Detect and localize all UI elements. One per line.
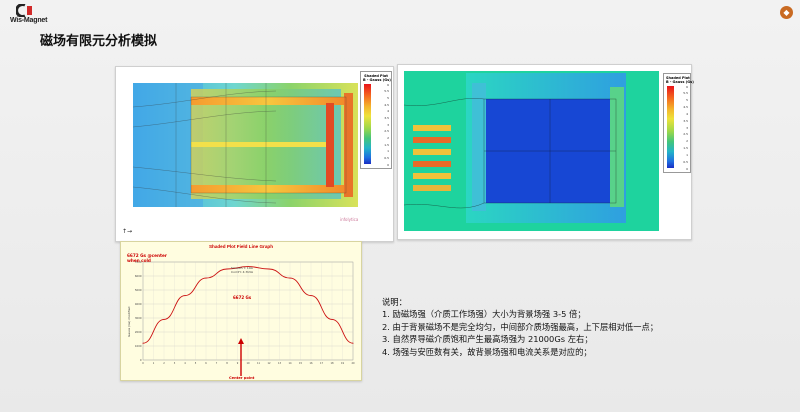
data-point: [163, 318, 165, 320]
x-tick-label: 16: [309, 362, 313, 365]
y-tick-label: 1000: [135, 344, 142, 348]
scale-tick-label: 1.5: [683, 146, 688, 150]
page-title: 磁场有限元分析模拟: [40, 34, 158, 49]
scale-tick-label: 0.5: [384, 155, 389, 160]
data-point: [289, 277, 291, 279]
graph-ylabel: Gauss (Gs) modified: [127, 306, 131, 337]
note-item: 1. 励磁场强（介质工作场强）大小为背景场强 3-5 倍；: [382, 309, 586, 320]
y-tick-label: 3000: [135, 316, 142, 320]
right-field-plot: [403, 71, 659, 231]
scale-tick-label: 3: [686, 125, 688, 130]
notes-block: 说明： 1. 励磁场强（介质工作场强）大小为背景场强 3-5 倍； 2. 由于背…: [382, 296, 712, 358]
x-tick-label: 0: [142, 362, 144, 365]
x-tick-label: 20: [351, 362, 355, 365]
x-tick-label: 14: [288, 362, 292, 365]
scale-tick-label: 1: [387, 149, 389, 154]
scale-tick-label: 2: [387, 135, 389, 140]
note-item: 2. 由于背景磁场不是完全均匀，中间部介质场强最高，上下层相对低一点；: [382, 321, 659, 332]
left-color-scale: [364, 84, 371, 164]
brand-logo: Wis-Magnet: [10, 4, 68, 26]
scale-tick-label: 0: [686, 166, 688, 171]
svg-text:↑→: ↑→: [122, 228, 132, 235]
scale-tick-label: 1.5: [384, 142, 389, 147]
x-tick-label: 13: [278, 362, 282, 365]
scale-tick-label: 1: [686, 152, 688, 157]
note-item: 3. 自然界导磁介质饱和产生最高场强为 21000Gs 左右；: [382, 334, 593, 345]
data-point: [331, 318, 333, 320]
scale-tick-label: 4: [387, 109, 389, 114]
data-point: [205, 277, 207, 279]
right-simulation-image: Shaded Plot B - Gauss (Gs) 6 5.5 5 4.5 4 3.5 3…: [397, 64, 694, 240]
data-point: [352, 342, 354, 344]
x-tick-label: 9: [237, 362, 239, 365]
scale-tick-label: 5.5: [683, 91, 688, 96]
x-tick-label: 12: [267, 362, 271, 365]
notes-heading: 说明：: [382, 297, 407, 307]
x-tick-label: 8: [226, 362, 228, 365]
graph-legend: Smooth Y: 10A Coil IH: 4.7kVA: [231, 266, 254, 274]
scale-tick-label: 2: [686, 139, 688, 144]
x-tick-label: 10: [246, 362, 250, 365]
scale-tick-label: 4: [686, 111, 688, 116]
data-point: [142, 342, 144, 344]
scale-tick-label: 5: [686, 98, 688, 103]
right-legend-title: Shaded Plot B - Gauss (Gs): [666, 76, 694, 84]
x-tick-label: 2: [163, 362, 165, 365]
scale-tick-label: 5: [387, 95, 389, 100]
field-line-graph: Shaded Plot Field Line Graph 7000 6000 500…: [120, 241, 362, 381]
center-arrowhead: [238, 338, 244, 344]
scale-tick-label: 6: [686, 84, 688, 89]
x-tick-label: 4: [184, 362, 186, 365]
x-tick-label: 1: [153, 362, 155, 365]
x-tick-label: 5: [195, 362, 197, 365]
left-legend: Shaded Plot B - Gauss (Gs) 6 5.5 5 4.5 4 3.5 3…: [360, 71, 392, 169]
scale-tick-label: 3: [387, 122, 389, 127]
y-tick-label: 4000: [135, 302, 142, 306]
x-tick-label: 17: [320, 362, 324, 365]
y-tick-label: 2000: [135, 330, 142, 334]
x-tick-label: 3: [174, 362, 176, 365]
data-point: [184, 295, 186, 297]
x-tick-label: 6: [205, 362, 207, 365]
scale-tick-label: 0: [387, 162, 389, 167]
left-legend-title: Shaded Plot B - Gauss (Gs): [363, 74, 391, 82]
left-simulation-image: ↑→ Shaded Plot B - Gauss (Gs) 6 5.5 5 4.5 4 3…: [115, 66, 394, 242]
right-legend: Shaded Plot B - Gauss (Gs) 6 5.5 5 4.5 4 3.5 3…: [663, 73, 694, 173]
brand-name: Wis-Magnet: [10, 17, 48, 24]
x-tick-label: 11: [257, 362, 261, 365]
center-annotation: 6672 Gs @center when cold: [127, 253, 168, 263]
data-point: [226, 268, 228, 270]
left-watermark: infolytica: [340, 217, 359, 222]
scale-tick-label: 6: [387, 82, 389, 87]
scale-tick-label: 5.5: [384, 89, 389, 94]
scale-tick-label: 2.5: [384, 129, 389, 134]
y-tick-label: 5000: [135, 288, 142, 292]
peak-label: 6672 Gs: [233, 295, 252, 300]
x-tick-label: 7: [216, 362, 218, 365]
x-tick-label: 18: [330, 362, 334, 365]
left-field-plot: ↑→: [122, 83, 358, 235]
scale-tick-label: 0.5: [683, 159, 688, 164]
scale-tick-label: 4.5: [384, 102, 389, 107]
right-color-scale: [667, 86, 674, 168]
scale-tick-label: 3.5: [384, 115, 389, 120]
scale-tick-label: 3.5: [683, 118, 688, 123]
corner-diamond-icon[interactable]: ◆: [780, 6, 793, 19]
center-point-label: Center point: [229, 376, 255, 380]
scale-tick-label: 2.5: [683, 132, 688, 137]
data-point: [268, 268, 270, 270]
y-tick-label: 6000: [135, 274, 142, 278]
x-tick-label: 15: [299, 362, 303, 365]
scale-tick-label: 4.5: [683, 105, 688, 109]
data-point: [310, 295, 312, 297]
note-item: 4. 场强与安匝数有关，故背景场强和电流关系是对应的；: [382, 346, 592, 357]
wis-magnet-logo-icon: [16, 4, 32, 17]
x-tick-label: 19: [341, 362, 345, 365]
graph-plot-area: 70006000500040003000200010000 0123456789…: [127, 253, 355, 380]
